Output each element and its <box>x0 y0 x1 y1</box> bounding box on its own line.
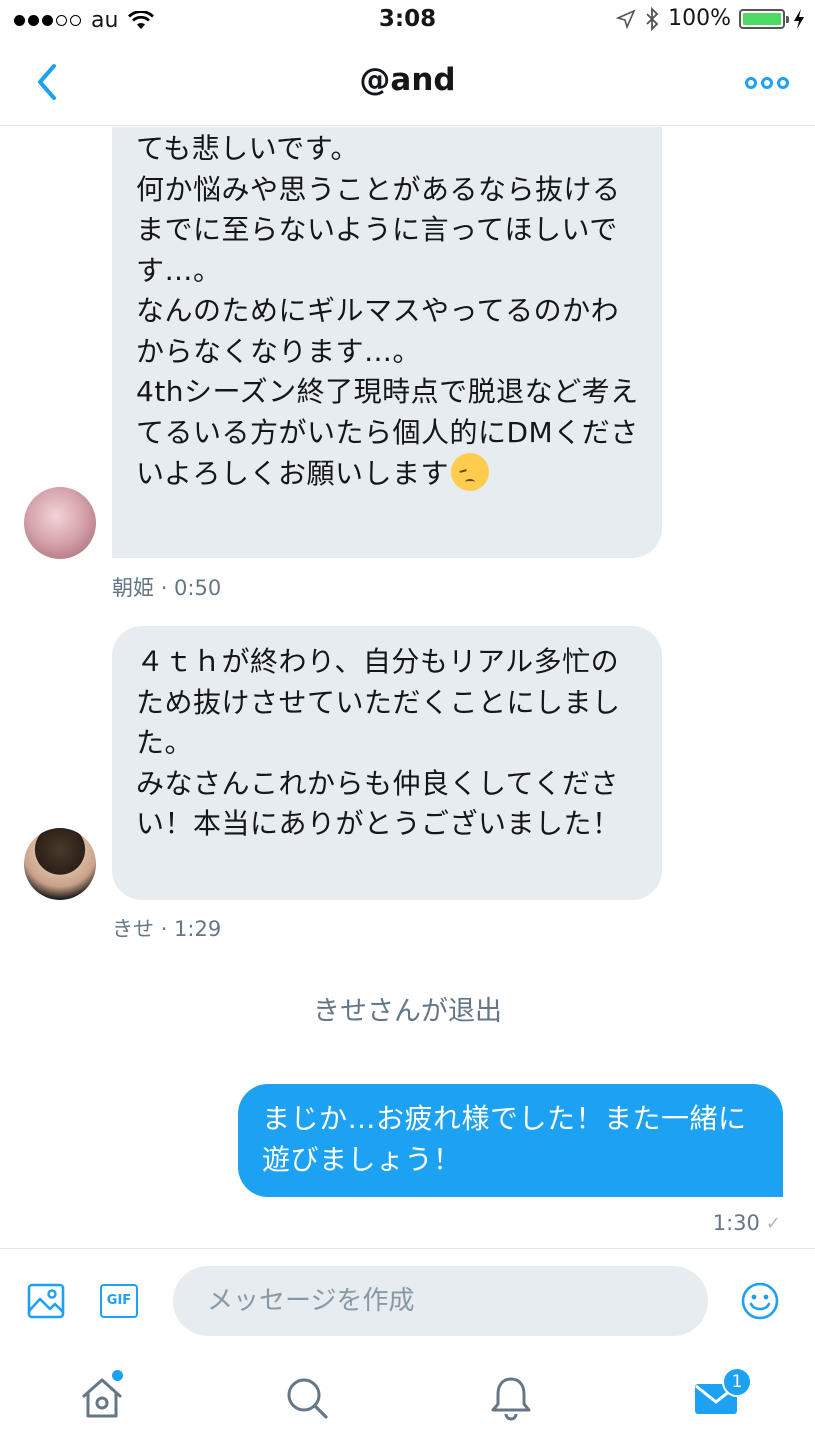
charging-bolt-icon <box>794 8 804 29</box>
message-text: ても悲しいです。 何か悩みや思うことがあるなら抜けるまでに至らないように言ってほ… <box>136 132 639 490</box>
system-event-message: きせさんが退出 <box>313 996 502 1027</box>
pensive-face-emoji-icon <box>450 453 489 491</box>
emoji-icon[interactable] <box>740 1281 780 1321</box>
sent-check-icon: ✓ <box>765 1212 781 1234</box>
sender-name: きせ <box>112 917 154 941</box>
message-meta: 朝姫 · 0:50 <box>112 576 222 600</box>
more-options-icon[interactable] <box>745 68 789 98</box>
message-time: 0:50 <box>174 576 222 600</box>
message-time: 1:29 <box>174 917 222 941</box>
status-bar-right: 100% <box>616 6 805 31</box>
conversation-title[interactable]: @and <box>0 62 815 98</box>
sender-name: 朝姫 <box>112 576 154 600</box>
avatar[interactable] <box>24 487 96 559</box>
notifications-bell-icon[interactable] <box>487 1374 535 1422</box>
message-list[interactable]: ても悲しいです。 何か悩みや思うことがあるなら抜けるまでに至らないように言ってほ… <box>0 127 815 1247</box>
gif-button[interactable]: GIF <box>100 1284 138 1318</box>
incoming-message-bubble[interactable]: ４ｔｈが終わり、自分もリアル多忙のため抜けさせていただくことにしました。 みなさ… <box>112 626 662 900</box>
status-bar: au 3:08 100% <box>0 0 815 40</box>
image-icon[interactable] <box>26 1281 66 1321</box>
home-unread-dot <box>112 1370 123 1381</box>
avatar[interactable] <box>24 828 96 900</box>
search-icon[interactable] <box>283 1374 331 1422</box>
message-time: 1:30 <box>712 1211 760 1235</box>
bluetooth-icon <box>646 6 659 31</box>
battery-percent: 100% <box>668 6 731 31</box>
tab-bar: 1 <box>0 1352 815 1448</box>
message-meta: 1:30 ✓ <box>713 1211 781 1235</box>
message-meta: きせ · 1:29 <box>112 917 222 941</box>
incoming-message-bubble[interactable]: ても悲しいです。 何か悩みや思うことがあるなら抜けるまでに至らないように言ってほ… <box>112 127 662 558</box>
battery-icon <box>739 8 789 29</box>
conversation-header: @and <box>0 40 815 126</box>
message-input[interactable] <box>173 1266 708 1336</box>
messages-badge: 1 <box>722 1367 752 1397</box>
outgoing-message-bubble[interactable]: まじか…お疲れ様でした！また一緒に遊びましょう！ <box>238 1084 783 1197</box>
home-icon[interactable] <box>78 1374 126 1422</box>
location-arrow-icon <box>616 8 636 29</box>
message-composer: GIF <box>0 1248 815 1352</box>
